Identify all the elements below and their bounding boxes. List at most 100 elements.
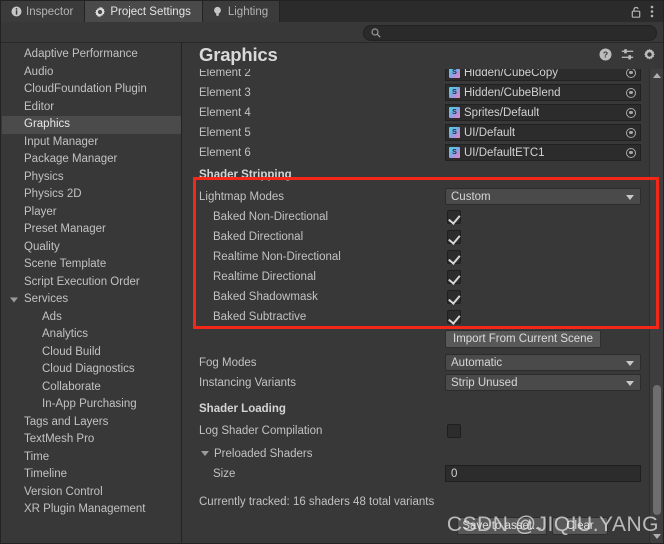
tab-inspector[interactable]: Inspector [1, 1, 86, 22]
currently-tracked-row: Currently tracked: 16 shaders 48 total v… [183, 492, 645, 512]
save-to-asset-button[interactable]: Save to asset... [457, 517, 547, 535]
sidebar-item-scene-template[interactable]: Scene Template [2, 256, 181, 274]
import-from-current-scene-button[interactable]: Import From Current Scene [445, 330, 601, 348]
lightmap-option-checkbox[interactable] [447, 210, 461, 224]
chevron-down-icon[interactable] [10, 297, 18, 303]
help-icon[interactable]: ? [599, 48, 612, 61]
sidebar-item-version-control[interactable]: Version Control [2, 484, 181, 502]
sidebar-item-label: Audio [24, 65, 54, 78]
scroll-up-arrow-icon[interactable] [653, 73, 661, 78]
preset-icon[interactable] [621, 48, 634, 61]
search-icon [371, 28, 381, 38]
log-shader-compilation-checkbox[interactable] [447, 424, 461, 438]
tab-project-settings-label: Project Settings [110, 5, 191, 18]
sidebar-item-label: Editor [24, 100, 55, 113]
sidebar-item-physics-2d[interactable]: Physics 2D [2, 186, 181, 204]
lightmap-option-checkbox[interactable] [447, 230, 461, 244]
shader-object-field[interactable]: S Hidden/CubeBlend [445, 84, 641, 101]
clear-button[interactable]: Clear [552, 517, 608, 535]
lightmap-option-row: Baked Shadowmask [183, 287, 645, 307]
lightmap-option-checkbox[interactable] [447, 270, 461, 284]
shader-name: UI/DefaultETC1 [464, 146, 545, 159]
shader-object-field[interactable]: S Sprites/Default [445, 104, 641, 121]
gear-icon[interactable] [643, 48, 656, 61]
lightmap-modes-row: Lightmap Modes Custom [183, 187, 645, 207]
sidebar-item-audio[interactable]: Audio [2, 64, 181, 82]
size-input[interactable]: 0 [445, 465, 641, 482]
object-picker-icon[interactable] [622, 145, 640, 160]
scroll-down-arrow-icon[interactable] [653, 534, 661, 539]
sidebar-item-cloud-build[interactable]: Cloud Build [2, 344, 181, 362]
shader-name: Hidden/CubeBlend [464, 86, 561, 99]
panel-header-icons: ? [599, 48, 656, 61]
chevron-down-icon[interactable] [626, 195, 634, 200]
shader-object-field[interactable]: S Hidden/CubeCopy [445, 69, 641, 81]
fog-modes-dropdown[interactable]: Automatic [445, 354, 641, 371]
sidebar-item-time[interactable]: Time [2, 449, 181, 467]
sidebar-item-tags-and-layers[interactable]: Tags and Layers [2, 414, 181, 432]
sidebar-item-physics[interactable]: Physics [2, 169, 181, 187]
sidebar-item-label: In-App Purchasing [42, 398, 137, 410]
sidebar-item-script-execution-order[interactable]: Script Execution Order [2, 274, 181, 292]
sidebar-item-adaptive-performance[interactable]: Adaptive Performance [2, 46, 181, 64]
shader-stripping-heading-row: Shader Stripping [183, 165, 645, 185]
sidebar-item-label: Collaborate [42, 380, 101, 393]
foldout-open-icon[interactable] [201, 451, 209, 456]
lock-icon[interactable] [631, 6, 641, 18]
vertical-scrollbar[interactable] [649, 69, 663, 543]
fog-modes-label: Fog Modes [199, 357, 257, 369]
sidebar-item-label: Tags and Layers [24, 415, 109, 428]
element-label: Element 4 [199, 107, 251, 119]
object-picker-icon[interactable] [622, 69, 640, 80]
sidebar-item-label: Version Control [24, 485, 103, 498]
sidebar-item-label: XR Plugin Management [24, 503, 146, 515]
instancing-variants-dropdown[interactable]: Strip Unused [445, 374, 641, 391]
kebab-menu-icon[interactable] [650, 5, 654, 18]
tab-bar: Inspector Project Settings Lighting [1, 1, 663, 22]
shader-object-field[interactable]: S UI/DefaultETC1 [445, 144, 641, 161]
shader-object-field[interactable]: S UI/Default [445, 124, 641, 141]
sidebar-item-textmesh-pro[interactable]: TextMesh Pro [2, 431, 181, 449]
sidebar-item-player[interactable]: Player [2, 204, 181, 222]
sidebar-item-analytics[interactable]: Analytics [2, 326, 181, 344]
chevron-down-icon[interactable] [626, 361, 634, 366]
tab-project-settings[interactable]: Project Settings [85, 1, 203, 22]
sidebar-item-cloudfoundation-plugin[interactable]: CloudFoundation Plugin [2, 81, 181, 99]
sidebar-item-services[interactable]: Services [2, 291, 181, 309]
lightmap-option-checkbox[interactable] [447, 250, 461, 264]
tab-lighting[interactable]: Lighting [202, 1, 281, 22]
sidebar-item-package-manager[interactable]: Package Manager [2, 151, 181, 169]
lightmap-option-label: Baked Directional [213, 231, 304, 243]
shader-asset-icon: S [449, 127, 460, 138]
tab-inspector-label: Inspector [26, 5, 74, 18]
object-picker-icon[interactable] [622, 85, 640, 100]
scrollbar-thumb[interactable] [653, 385, 661, 515]
sidebar-item-editor[interactable]: Editor [2, 99, 181, 117]
sidebar-item-cloud-diagnostics[interactable]: Cloud Diagnostics [2, 361, 181, 379]
sidebar-item-graphics[interactable]: Graphics [2, 116, 181, 134]
fog-modes-dropdown-value: Automatic [451, 356, 503, 369]
panel-header: Graphics ? [183, 43, 663, 69]
preloaded-shaders-row: Preloaded Shaders [183, 444, 645, 464]
object-picker-icon[interactable] [622, 125, 640, 140]
lightmap-modes-dropdown[interactable]: Custom [445, 188, 641, 205]
shader-asset-icon: S [449, 69, 460, 78]
size-value: 0 [451, 467, 458, 480]
settings-sidebar[interactable]: Adaptive Performance Audio CloudFoundation… [2, 43, 182, 543]
search-box[interactable] [363, 25, 657, 41]
sidebar-item-input-manager[interactable]: Input Manager [2, 134, 181, 152]
sidebar-item-in-app-purchasing[interactable]: In-App Purchasing [2, 396, 181, 414]
sidebar-item-preset-manager[interactable]: Preset Manager [2, 221, 181, 239]
search-input[interactable] [385, 27, 635, 39]
lightmap-option-checkbox[interactable] [447, 310, 461, 324]
sidebar-item-xr-plugin-management[interactable]: XR Plugin Management [2, 501, 181, 519]
sidebar-item-ads[interactable]: Ads [2, 309, 181, 327]
sidebar-item-collaborate[interactable]: Collaborate [2, 379, 181, 397]
chevron-down-icon[interactable] [626, 381, 634, 386]
lightmap-option-checkbox[interactable] [447, 290, 461, 304]
sidebar-item-timeline[interactable]: Timeline [2, 466, 181, 484]
sidebar-item-quality[interactable]: Quality [2, 239, 181, 257]
info-icon [10, 6, 22, 18]
object-picker-icon[interactable] [622, 105, 640, 120]
tab-bar-spacer [280, 1, 627, 22]
